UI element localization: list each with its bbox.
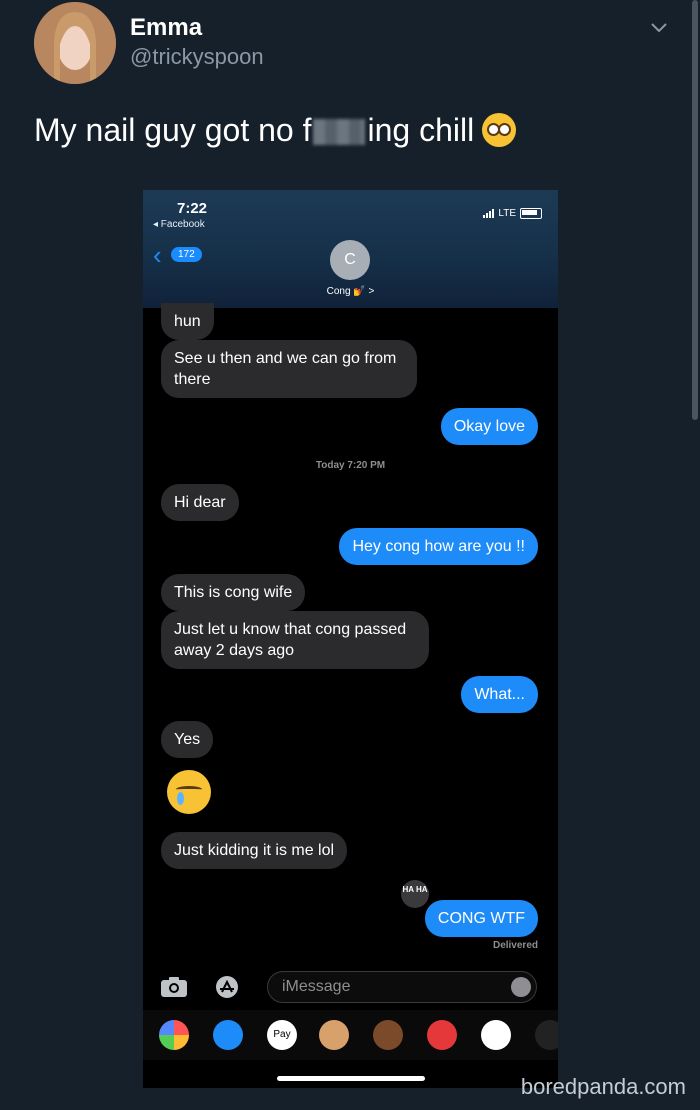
digital-touch-icon [535, 1020, 558, 1050]
status-indicators: LTE [483, 208, 542, 219]
memoji-icon [373, 1020, 403, 1050]
tweet-text-end: ing chill [367, 112, 475, 148]
carrier-label: LTE [498, 208, 516, 219]
avatar[interactable] [34, 2, 116, 84]
user-handle[interactable]: @trickyspoon [130, 44, 264, 70]
audio-message-icon [511, 977, 531, 997]
crying-face-emoji-icon [167, 770, 211, 814]
contact-name: Cong 💅 > [326, 286, 375, 297]
status-time: 7:22 [177, 200, 208, 217]
watermark: boredpanda.com [520, 1074, 686, 1099]
censored-word [313, 119, 366, 145]
message-text: Just let u know that cong passed away 2 … [174, 621, 407, 659]
message-bubble: See u then and we can go from there [161, 340, 417, 398]
message-bubble: This is cong wife [161, 574, 306, 611]
timestamp: Today 7:20 PM [315, 460, 386, 471]
message-bubble: Hey cong how are you !! [339, 528, 538, 565]
imessage-header: 7:22 ◂ Facebook LTE ‹ 172 C Cong 💅 > [143, 190, 558, 308]
camera-icon [161, 977, 187, 997]
message-bubble: hun [161, 303, 214, 340]
battery-icon [520, 208, 542, 219]
scrollbar[interactable] [692, 0, 698, 420]
message-bubble: CONG WTF [424, 900, 538, 937]
back-to-app: ◂ Facebook [153, 219, 205, 230]
message-bubble: What... [461, 676, 538, 713]
app-store-icon [216, 976, 238, 998]
monkey-sticker-icon [319, 1020, 349, 1050]
haha-reaction: HA HA [401, 880, 429, 908]
photos-app-icon [159, 1020, 189, 1050]
tweet-text-start: My nail guy got no f [34, 112, 312, 148]
app-drawer: Pay [143, 1010, 558, 1060]
message-bubble: Yes [161, 721, 214, 758]
chevron-down-icon[interactable] [648, 16, 670, 38]
music-icon [481, 1020, 511, 1050]
flushed-face-emoji-icon [482, 113, 517, 147]
contact-avatar: C [330, 240, 370, 280]
delivered-status: Delivered [492, 940, 538, 951]
apple-pay-icon: Pay [267, 1020, 297, 1050]
tweet-image[interactable]: 7:22 ◂ Facebook LTE ‹ 172 C Cong 💅 > hun… [143, 190, 558, 1088]
tweet-text: My nail guy got no f ing chill [34, 112, 517, 149]
message-text: See u then and we can go from there [174, 350, 397, 388]
back-chevron-icon: ‹ [153, 240, 162, 270]
message-bubble: Hi dear [161, 484, 239, 521]
display-name[interactable]: Emma [130, 14, 202, 42]
signal-icon [483, 209, 495, 218]
imessage-input: iMessage [267, 971, 537, 1003]
message-bubble: Okay love [440, 408, 538, 445]
app-store-app-icon [213, 1020, 243, 1050]
web-search-icon [427, 1020, 457, 1050]
message-bubble: Just let u know that cong passed away 2 … [161, 611, 429, 669]
message-bubble: Just kidding it is me lol [161, 832, 348, 869]
home-indicator [277, 1076, 425, 1081]
unread-badge: 172 [171, 247, 202, 262]
